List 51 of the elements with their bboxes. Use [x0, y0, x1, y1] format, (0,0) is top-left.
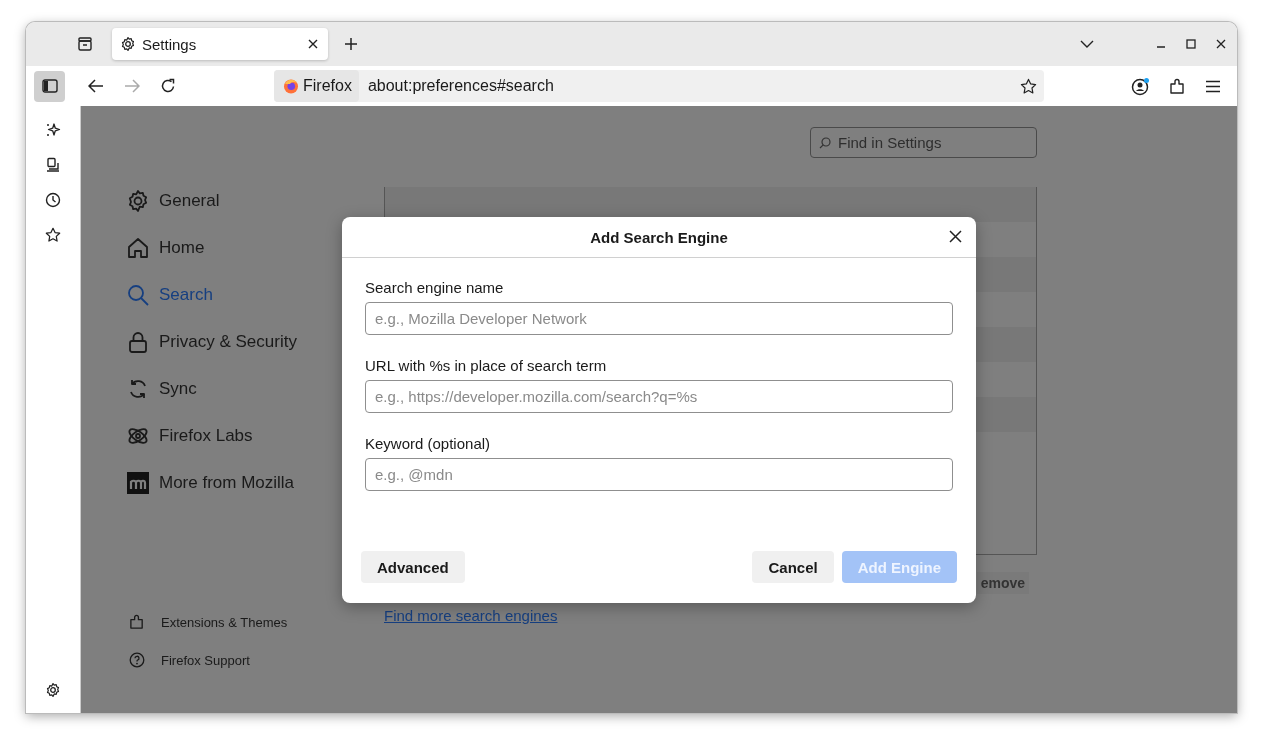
sparkle-icon[interactable] [45, 122, 61, 138]
maximize-icon[interactable] [1186, 39, 1196, 49]
devices-icon[interactable] [45, 157, 61, 173]
gear-icon [126, 188, 150, 213]
input-field[interactable]: e.g., @mdn [365, 458, 953, 491]
lock-icon [126, 329, 150, 354]
puzzle-icon [129, 614, 145, 630]
puzzle-icon[interactable] [1169, 77, 1186, 95]
close-icon[interactable] [1216, 39, 1226, 49]
tab-title: Settings [142, 35, 198, 53]
url-text: about:preferences#search [367, 77, 554, 95]
sidebar-icon [41, 79, 58, 93]
new-tab-icon[interactable] [344, 37, 358, 51]
search-field[interactable]: Find in Settings [810, 127, 1037, 158]
field-label: Search engine name [365, 279, 505, 296]
sidebar-toggle-button[interactable] [34, 70, 65, 102]
field-label: URL with %s in place of search term [365, 357, 608, 374]
star-icon[interactable] [45, 227, 61, 243]
back-arrow-icon[interactable] [88, 79, 104, 93]
menu-icon[interactable] [1205, 79, 1221, 93]
search-icon [819, 137, 831, 149]
help-icon [129, 652, 145, 668]
clock-icon[interactable] [45, 192, 61, 208]
account-icon[interactable] [1131, 76, 1150, 96]
gear-icon [120, 36, 136, 52]
search-icon [126, 282, 150, 307]
mozilla-logo-icon [126, 470, 150, 495]
address-bar[interactable]: Firefox about:preferences#search [274, 70, 1044, 102]
home-icon [126, 235, 150, 260]
dialog-title: Add Search Engine [590, 228, 728, 246]
close-icon[interactable] [949, 230, 962, 243]
input-field[interactable]: e.g., https://developer.mozilla.com/search?q=%s [365, 380, 953, 413]
settings-icon[interactable] [45, 682, 61, 698]
field-label: Keyword (optional) [365, 435, 492, 452]
category-item[interactable]: Home [126, 224, 384, 271]
tab-list-icon[interactable] [77, 36, 93, 52]
secondary-button[interactable]: Cancel [752, 551, 834, 583]
secondary-button[interactable]: Advanced [361, 551, 465, 583]
close-icon[interactable] [308, 39, 318, 49]
browser-logo-icon [283, 78, 299, 94]
category-item[interactable]: General [126, 177, 384, 224]
browser-tab[interactable]: Settings [112, 28, 328, 60]
footer-link[interactable]: Extensions & Themes [129, 603, 384, 641]
find-more-link[interactable]: Find more search engines [384, 607, 558, 624]
identity-chip[interactable]: Firefox [274, 70, 359, 102]
footer-link[interactable]: Firefox Support [129, 641, 384, 679]
input-field[interactable]: e.g., Mozilla Developer Network [365, 302, 953, 335]
reload-icon[interactable] [160, 78, 176, 94]
remove-button[interactable]: emove [976, 572, 1029, 594]
star-icon[interactable] [1020, 77, 1037, 95]
chevron-down-icon[interactable] [1080, 39, 1094, 49]
